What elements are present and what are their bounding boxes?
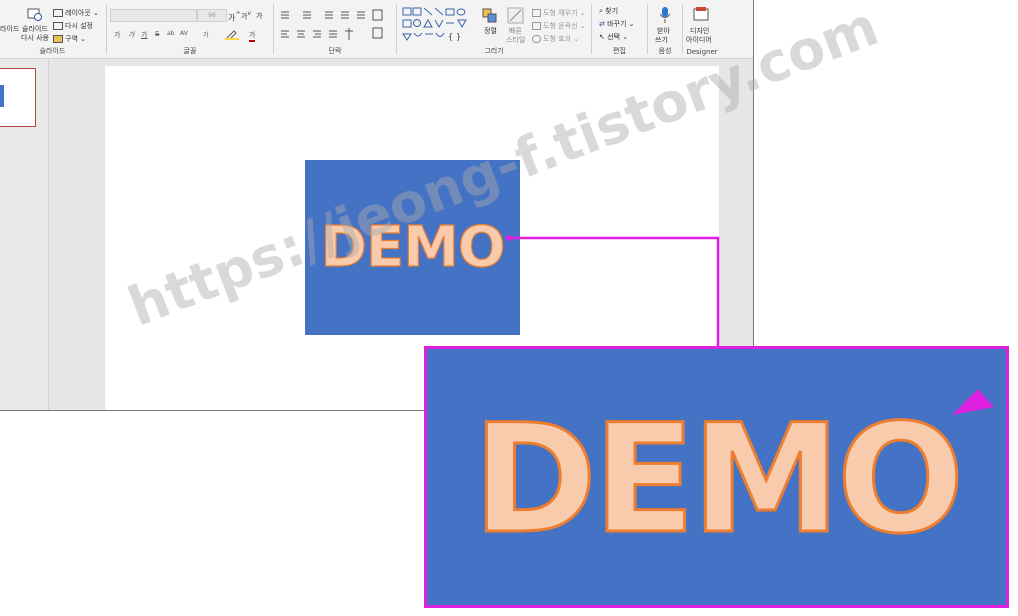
zoomed-demo-text: DEMO [471,392,966,569]
pointer-arrow-icon [952,389,994,415]
zoom-callout: DEMO [424,346,1009,608]
